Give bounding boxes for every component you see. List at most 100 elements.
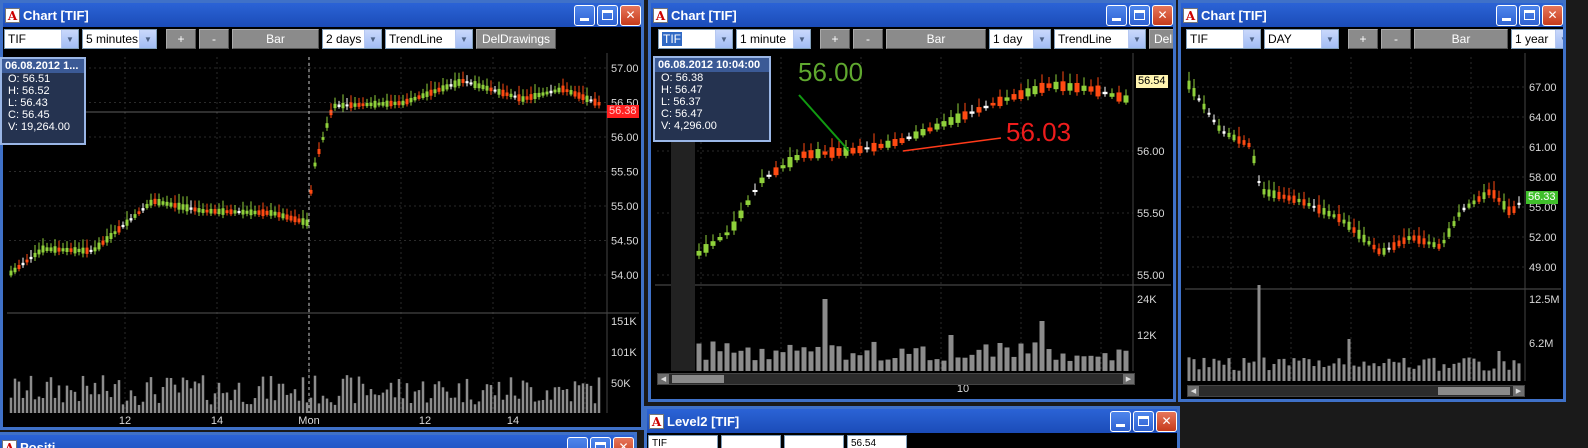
volume-bar [453, 397, 457, 413]
symbol-combo[interactable]: TIF ▼ [4, 29, 79, 49]
titlebar[interactable]: A Level2 [TIF] ✕ [647, 409, 1177, 433]
minimize-button[interactable] [567, 436, 588, 448]
chart-area[interactable]: 56.00 55.50 55.00 24K 12K 10 06.08.2012 10:04… [651, 51, 1173, 399]
chevron-down-icon[interactable]: ▼ [455, 30, 472, 48]
maximize-button[interactable] [1129, 4, 1150, 26]
window-title: Positi... [20, 439, 67, 448]
chart-type-button[interactable]: Bar [886, 29, 986, 49]
zoom-in-button[interactable]: + [1348, 29, 1378, 49]
del-drawings-button[interactable]: DelDr [1149, 29, 1173, 49]
chevron-down-icon[interactable]: ▼ [1128, 30, 1145, 48]
scroll-right-icon[interactable]: ▶ [1123, 374, 1134, 384]
zoom-in-button[interactable]: + [820, 29, 850, 49]
volume-bar [836, 346, 842, 371]
volume-bar [333, 404, 337, 413]
scroll-right-icon[interactable]: ▶ [1513, 386, 1524, 396]
maximize-button[interactable] [590, 436, 611, 448]
chart-type-button[interactable]: Bar [232, 29, 319, 49]
candle-body [185, 204, 189, 212]
volume-bar [301, 377, 305, 413]
volume-bar [37, 396, 41, 413]
maximize-button[interactable] [1519, 4, 1540, 26]
minimize-button[interactable] [1106, 4, 1127, 26]
candle-body [289, 215, 293, 221]
volume-bar [1257, 285, 1261, 381]
candle-body [1222, 131, 1226, 134]
maximize-button[interactable] [597, 4, 618, 26]
range-combo[interactable]: 1 day ▼ [989, 29, 1051, 49]
horizontal-scrollbar[interactable]: ◀ ▶ [657, 373, 1135, 385]
candle-body [141, 208, 145, 211]
chevron-down-icon[interactable]: ▼ [1321, 30, 1338, 48]
scroll-left-icon[interactable]: ◀ [1188, 386, 1199, 396]
zoom-out-button[interactable]: - [199, 29, 229, 49]
chevron-down-icon[interactable]: ▼ [793, 30, 810, 48]
minimize-button[interactable] [1110, 410, 1131, 432]
chevron-down-icon[interactable]: ▼ [1033, 30, 1050, 48]
y-tick-label: 56.00 [1137, 146, 1165, 158]
interval-combo[interactable]: DAY ▼ [1264, 29, 1339, 49]
chevron-down-icon[interactable]: ▼ [61, 30, 78, 48]
volume-bar [1032, 342, 1038, 371]
chart-type-button[interactable]: Bar [1414, 29, 1508, 49]
scroll-left-icon[interactable]: ◀ [658, 374, 669, 384]
volume-bar [1247, 362, 1251, 381]
titlebar[interactable]: A Chart [TIF] ✕ [651, 3, 1173, 27]
chevron-down-icon[interactable]: ▼ [1243, 30, 1260, 48]
volume-bar [341, 378, 345, 413]
maximize-button[interactable] [1133, 410, 1154, 432]
minimize-button[interactable] [574, 4, 595, 26]
drawing-tool-combo[interactable]: TrendLine ▼ [1054, 29, 1146, 49]
scroll-thumb[interactable] [672, 375, 724, 383]
interval-combo[interactable]: 1 minute ▼ [736, 29, 811, 49]
interval-combo[interactable]: 5 minutes ▼ [82, 29, 157, 49]
candle-body [1467, 203, 1471, 208]
titlebar[interactable]: A Chart [TIF] ✕ [1181, 3, 1563, 27]
price-field[interactable]: 56.54 [847, 435, 907, 448]
chevron-down-icon[interactable]: ▼ [364, 30, 381, 48]
candle-body [1227, 132, 1231, 138]
range-combo[interactable]: 1 year ▼ [1511, 29, 1563, 49]
candle-body [333, 103, 337, 109]
candle-body [413, 96, 417, 101]
qty-field[interactable] [784, 435, 844, 448]
minimize-button[interactable] [1496, 4, 1517, 26]
volume-bar [1197, 369, 1201, 381]
close-button[interactable]: ✕ [1156, 410, 1177, 432]
scroll-thumb[interactable] [1438, 387, 1510, 395]
close-button[interactable]: ✕ [620, 4, 641, 26]
symbol-value: TIF [8, 32, 26, 46]
price-chart-svg[interactable]: 57.0056.5056.0055.5055.0054.5054.00151K1… [3, 51, 641, 427]
chart-area[interactable]: 57.00 56.50 56.00 55.50 55.00 54.50 54.00 151K 1… [0, 51, 641, 427]
volume-bar [189, 388, 193, 413]
volume-bar [892, 358, 898, 371]
close-button[interactable]: ✕ [1152, 4, 1173, 26]
candle-body [353, 103, 357, 107]
zoom-out-button[interactable]: - [853, 29, 883, 49]
zoom-out-button[interactable]: - [1381, 29, 1411, 49]
chevron-down-icon[interactable]: ▼ [715, 30, 732, 48]
zoom-in-button[interactable]: + [166, 29, 196, 49]
candle-body [457, 79, 461, 86]
del-drawings-button[interactable]: DelDrawings [476, 29, 556, 49]
volume-bar [976, 349, 982, 371]
symbol-combo[interactable]: TIF ▼ [658, 29, 733, 49]
titlebar[interactable]: A Chart [TIF] ✕ [3, 3, 641, 27]
candle-body [593, 98, 597, 106]
chevron-down-icon[interactable]: ▼ [139, 30, 156, 48]
candle-body [899, 138, 905, 144]
price-chart-svg[interactable]: 67.0064.0061.0058.0055.0052.0049.0012.5M… [1181, 51, 1563, 399]
range-combo[interactable]: 2 days ▼ [322, 29, 382, 49]
chart-area[interactable]: 67.00 64.00 61.00 58.00 55.00 52.00 49.00 12.5M… [1181, 51, 1563, 399]
close-button[interactable]: ✕ [1542, 4, 1563, 26]
chevron-down-icon[interactable]: ▼ [1555, 30, 1563, 48]
size-field[interactable] [721, 435, 781, 448]
volume-bar [157, 402, 161, 413]
symbol-combo[interactable]: TIF ▼ [1186, 29, 1261, 49]
titlebar[interactable]: A Positi... ✕ [0, 435, 634, 448]
horizontal-scrollbar[interactable]: ◀ ▶ [1187, 385, 1525, 397]
candle-body [1437, 243, 1441, 249]
drawing-tool-combo[interactable]: TrendLine ▼ [385, 29, 473, 49]
close-button[interactable]: ✕ [613, 436, 634, 448]
symbol-combo[interactable]: TIF [648, 435, 718, 448]
